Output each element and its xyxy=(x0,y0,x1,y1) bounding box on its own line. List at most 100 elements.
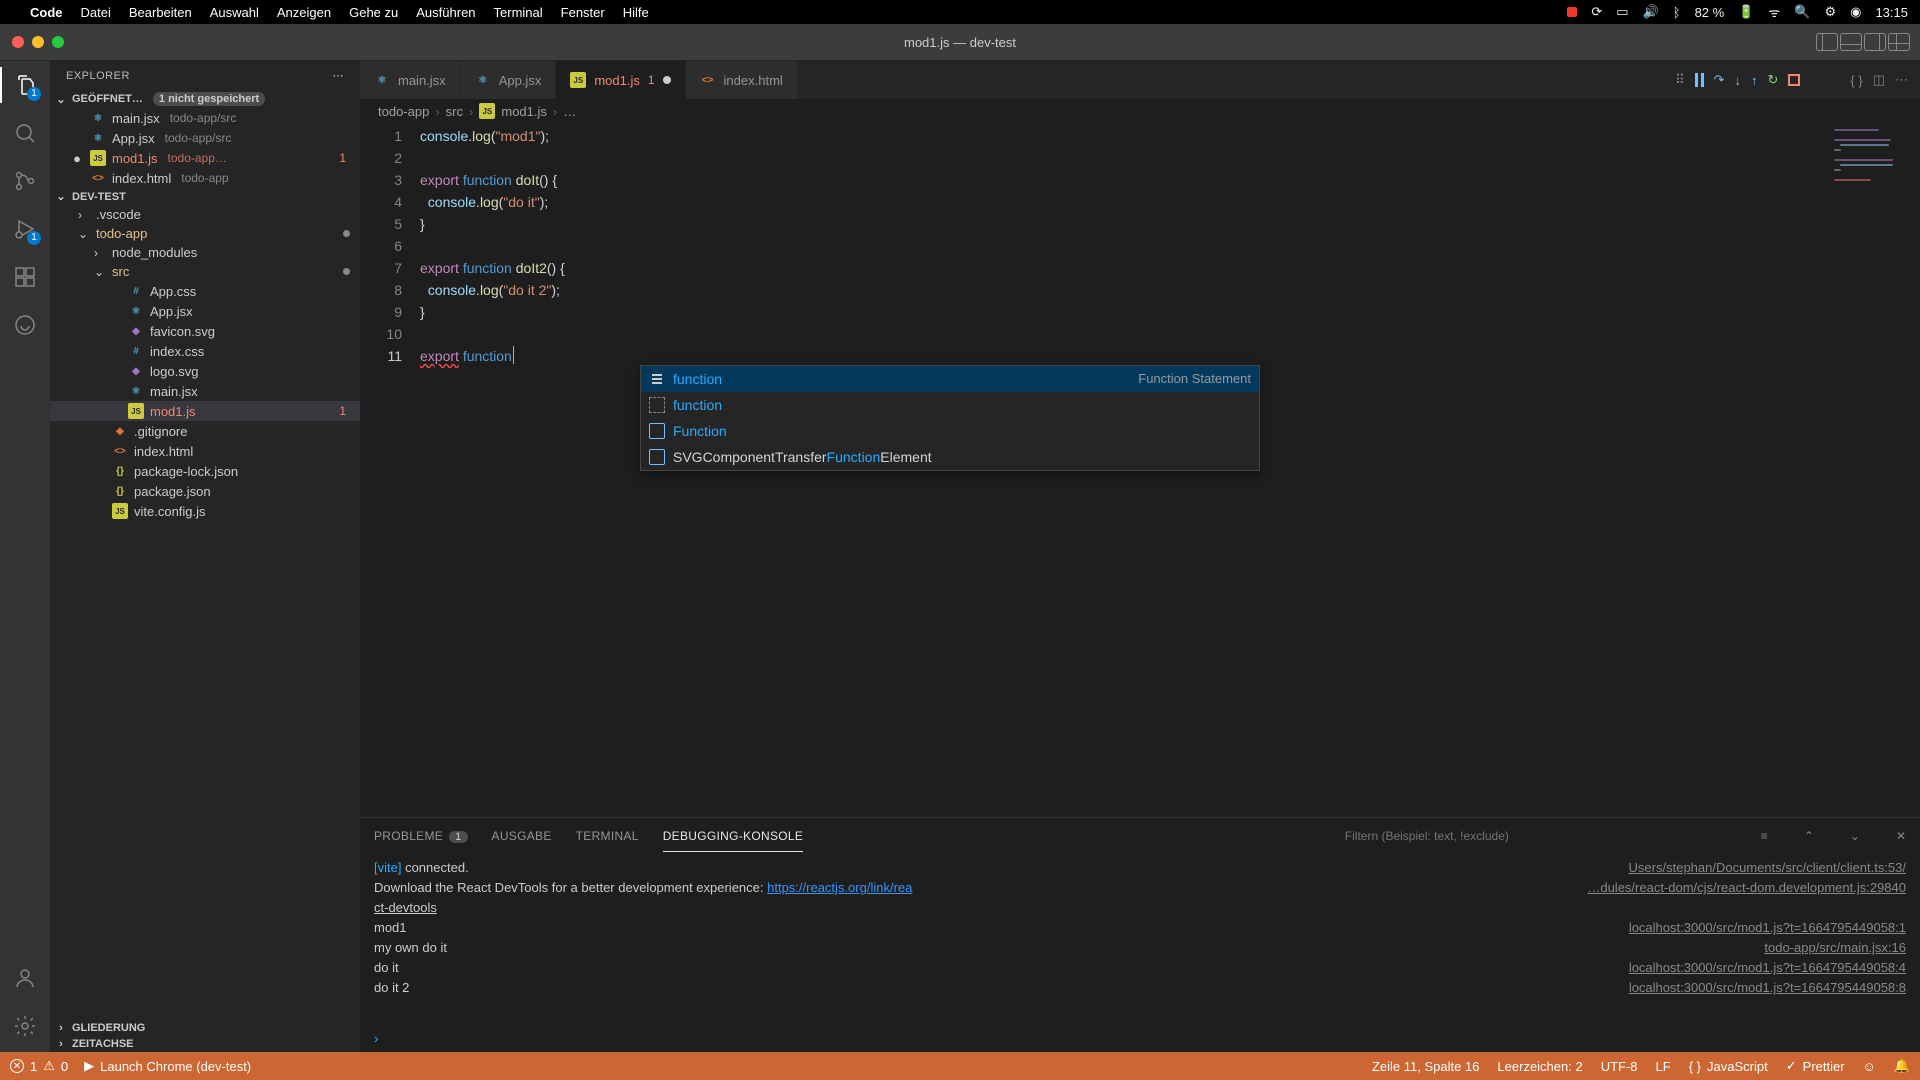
debug-pause-icon[interactable] xyxy=(1695,73,1704,87)
suggest-item[interactable]: Function xyxy=(641,418,1259,444)
breadcrumb-item[interactable]: todo-app xyxy=(378,104,429,119)
toggle-primary-sidebar-icon[interactable] xyxy=(1816,33,1838,51)
file-item[interactable]: JSvite.config.js xyxy=(50,501,360,521)
file-item[interactable]: #index.css xyxy=(50,341,360,361)
suggest-item[interactable]: SVGComponentTransferFunctionElement xyxy=(641,444,1259,470)
code-content[interactable]: console.log("mod1"); export function doI… xyxy=(420,123,565,817)
panel-tab-output[interactable]: AUSGABE xyxy=(492,821,552,851)
panel-tab-terminal[interactable]: TERMINAL xyxy=(576,821,639,851)
menu-gehezu[interactable]: Gehe zu xyxy=(349,5,398,20)
toggle-panel-icon[interactable] xyxy=(1840,33,1862,51)
open-editor-item[interactable]: ✕ ⚛ App.jsx todo-app/src xyxy=(50,128,360,148)
menu-terminal[interactable]: Terminal xyxy=(494,5,543,20)
debug-restart-icon[interactable]: ↻ xyxy=(1768,72,1779,88)
menubar-app[interactable]: Code xyxy=(30,5,63,20)
search-icon[interactable]: 🔍 xyxy=(1794,4,1810,20)
status-launch[interactable]: ▶ Launch Chrome (dev-test) xyxy=(84,1058,251,1074)
source-link[interactable]: todo-app/src/main.jsx:16 xyxy=(1764,938,1906,958)
folder-item[interactable]: ⌄src xyxy=(50,262,360,281)
dirty-indicator-icon[interactable] xyxy=(70,151,84,166)
recording-icon[interactable] xyxy=(1567,7,1577,17)
menu-anzeigen[interactable]: Anzeigen xyxy=(277,5,331,20)
panel-tab-problems[interactable]: PROBLEME1 xyxy=(374,821,468,851)
open-editors-section[interactable]: ⌄ GEÖFFNET… 1 nicht gespeichert xyxy=(50,90,360,108)
source-link[interactable]: Users/stephan/Documents/src/client/clien… xyxy=(1629,858,1906,878)
filter-settings-icon[interactable]: ≡ xyxy=(1761,829,1768,843)
tab-mod1js[interactable]: JSmod1.js1 xyxy=(556,61,685,99)
activity-account-icon[interactable] xyxy=(11,964,39,992)
open-editor-item[interactable]: JS mod1.js todo-app… 1 xyxy=(50,148,360,168)
breadcrumb-item[interactable]: src xyxy=(446,104,463,119)
control-center-icon[interactable]: ⚙ xyxy=(1824,4,1836,20)
wifi-icon[interactable]: ᯤ xyxy=(1768,3,1780,21)
bluetooth-icon[interactable]: ᛒ xyxy=(1673,5,1681,20)
source-link[interactable]: localhost:3000/src/mod1.js?t=16647954490… xyxy=(1629,918,1906,938)
display-icon[interactable]: ▭ xyxy=(1616,4,1628,20)
folder-item[interactable]: ⌄todo-app xyxy=(50,224,360,243)
menu-ausfuehren[interactable]: Ausführen xyxy=(416,5,475,20)
menu-hilfe[interactable]: Hilfe xyxy=(623,5,649,20)
file-item[interactable]: JSmod1.js1 xyxy=(50,401,360,421)
tab-appjsx[interactable]: ⚛App.jsx xyxy=(461,61,557,99)
status-errors[interactable]: ✕1 ⚠0 xyxy=(10,1058,68,1074)
activity-liveshare-icon[interactable] xyxy=(11,311,39,339)
editor-more-icon[interactable]: ⋯ xyxy=(1895,72,1908,88)
outline-section[interactable]: ›GLIEDERUNG xyxy=(50,1020,360,1036)
file-item[interactable]: ⚛main.jsx xyxy=(50,381,360,401)
battery-percent[interactable]: 82 % xyxy=(1695,5,1725,20)
sidebar-more-icon[interactable]: ⋯ xyxy=(333,69,345,82)
maximize-window-button[interactable] xyxy=(52,36,64,48)
status-cursor-position[interactable]: Zeile 11, Spalte 16 xyxy=(1372,1059,1479,1074)
debug-stop-icon[interactable] xyxy=(1788,74,1800,86)
suggest-item[interactable]: function xyxy=(641,392,1259,418)
tab-indexhtml[interactable]: <>index.html xyxy=(686,61,798,99)
source-link[interactable]: localhost:3000/src/mod1.js?t=16647954490… xyxy=(1629,978,1906,998)
activity-scm-icon[interactable] xyxy=(11,167,39,195)
clock[interactable]: 13:15 xyxy=(1875,5,1908,20)
file-item[interactable]: ◆favicon.svg xyxy=(50,321,360,341)
tab-mainjsx[interactable]: ⚛main.jsx xyxy=(360,61,461,99)
panel-collapse-icon[interactable]: ⌄ xyxy=(1850,829,1860,843)
code-editor[interactable]: 1234567891011 console.log("mod1"); expor… xyxy=(360,123,1920,817)
status-language[interactable]: { } JavaScript xyxy=(1689,1059,1768,1074)
braces-icon[interactable]: { } xyxy=(1850,73,1862,88)
source-link[interactable]: …dules/react-dom/cjs/react-dom.developme… xyxy=(1587,878,1906,898)
battery-icon[interactable]: 🔋 xyxy=(1738,4,1754,20)
status-encoding[interactable]: UTF-8 xyxy=(1601,1059,1638,1074)
activity-explorer-icon[interactable]: 1 xyxy=(11,71,39,99)
timeline-section[interactable]: ›ZEITACHSE xyxy=(50,1036,360,1052)
activity-extensions-icon[interactable] xyxy=(11,263,39,291)
menu-datei[interactable]: Datei xyxy=(81,5,111,20)
status-eol[interactable]: LF xyxy=(1656,1059,1671,1074)
siri-icon[interactable]: ◉ xyxy=(1850,4,1861,20)
file-item[interactable]: ◈.gitignore xyxy=(50,421,360,441)
minimize-window-button[interactable] xyxy=(32,36,44,48)
menu-auswahl[interactable]: Auswahl xyxy=(210,5,259,20)
debug-console-output[interactable]: [vite] connected.Users/stephan/Documents… xyxy=(360,854,1920,1029)
folder-item[interactable]: ›node_modules xyxy=(50,243,360,262)
file-item[interactable]: {}package-lock.json xyxy=(50,461,360,481)
suggest-item[interactable]: function Function Statement xyxy=(641,366,1259,392)
intellisense-popup[interactable]: function Function Statement function Fun… xyxy=(640,365,1260,471)
status-feedback-icon[interactable]: ☺ xyxy=(1863,1059,1876,1074)
file-item[interactable]: {}package.json xyxy=(50,481,360,501)
panel-close-icon[interactable]: ✕ xyxy=(1896,829,1906,843)
close-window-button[interactable] xyxy=(12,36,24,48)
panel-expand-icon[interactable]: ⌃ xyxy=(1804,829,1814,843)
status-prettier[interactable]: ✓ Prettier xyxy=(1786,1058,1845,1074)
source-link[interactable]: localhost:3000/src/mod1.js?t=16647954490… xyxy=(1629,958,1906,978)
activity-settings-icon[interactable] xyxy=(11,1012,39,1040)
open-editor-item[interactable]: ✕ ⚛ main.jsx todo-app/src xyxy=(50,108,360,128)
customize-layout-icon[interactable] xyxy=(1888,33,1910,51)
sound-icon[interactable]: 🔊 xyxy=(1643,4,1659,20)
minimap[interactable] xyxy=(1830,123,1920,817)
drag-handle-icon[interactable]: ⠿ xyxy=(1675,72,1685,88)
debug-step-out-icon[interactable]: ↑ xyxy=(1751,73,1758,88)
breadcrumb-item[interactable]: … xyxy=(563,104,576,119)
menu-fenster[interactable]: Fenster xyxy=(561,5,605,20)
file-item[interactable]: #App.css xyxy=(50,281,360,301)
debug-step-over-icon[interactable]: ↷ xyxy=(1714,72,1725,88)
activity-search-icon[interactable] xyxy=(11,119,39,147)
file-item[interactable]: ◆logo.svg xyxy=(50,361,360,381)
workspace-section[interactable]: ⌄ DEV-TEST xyxy=(50,188,360,205)
